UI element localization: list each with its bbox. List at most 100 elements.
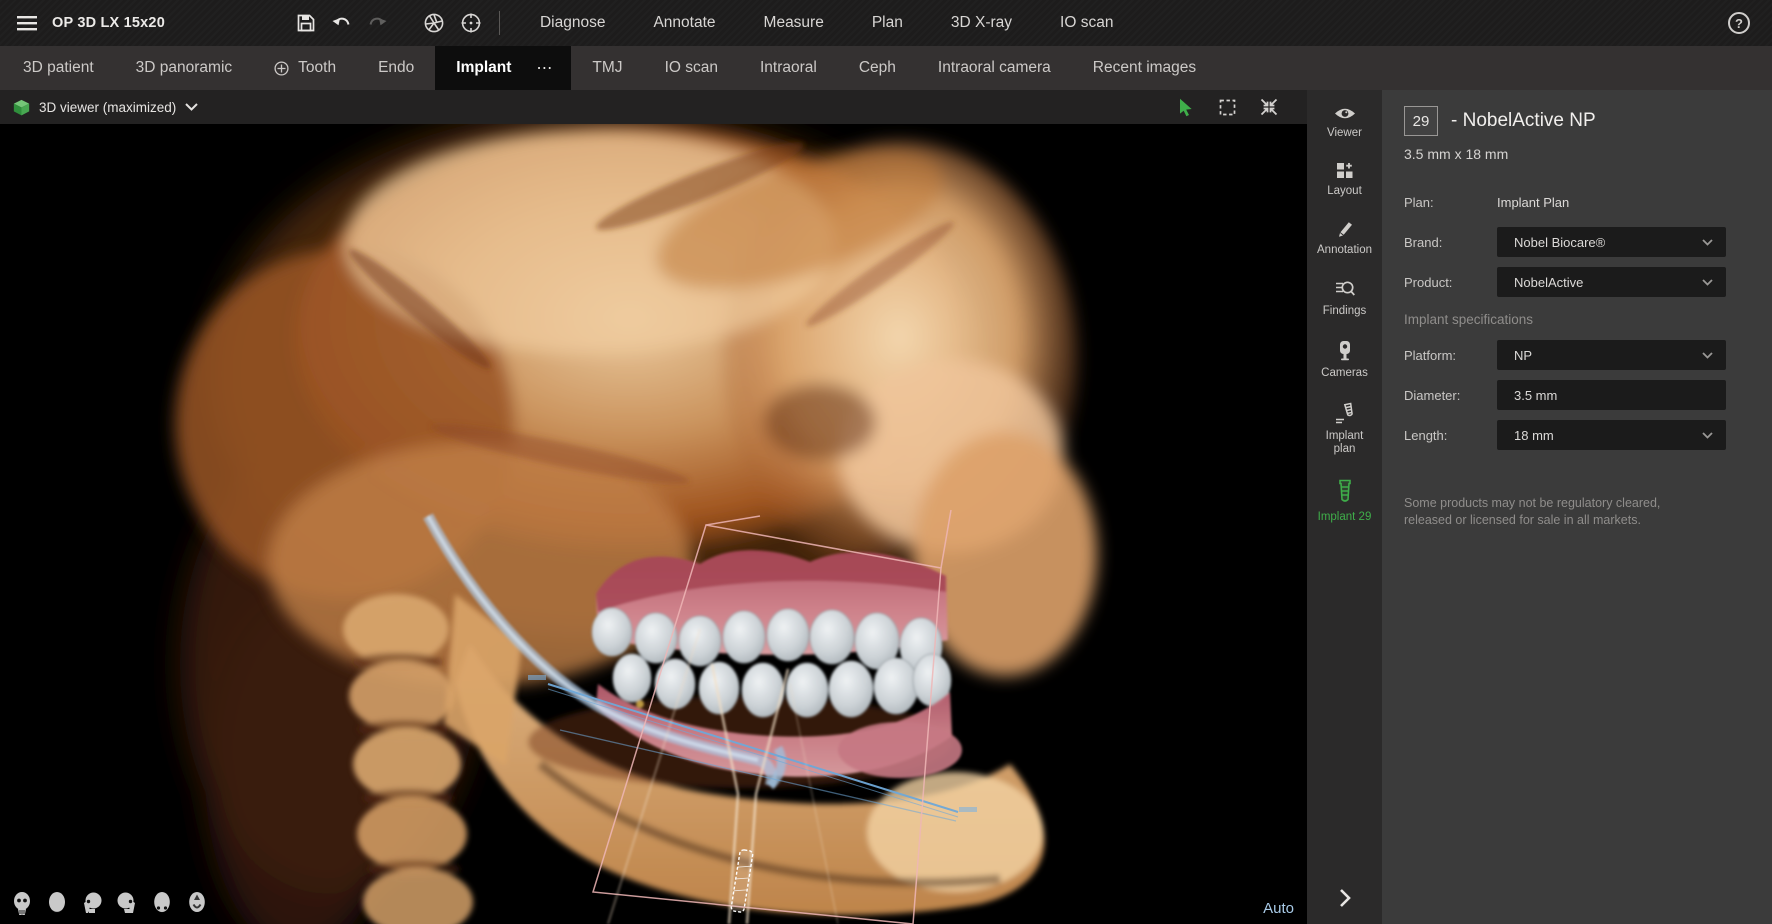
diameter-row: Diameter: 3.5 mm — [1404, 380, 1750, 410]
tab-ceph[interactable]: Ceph — [838, 46, 917, 90]
center-target-icon[interactable] — [461, 13, 481, 33]
chevron-down-icon — [1702, 239, 1713, 246]
panel-expand-chevron[interactable] — [1307, 888, 1382, 908]
regulatory-disclaimer: Some products may not be regulatory clea… — [1404, 495, 1706, 530]
chevron-down-icon — [1702, 352, 1713, 359]
length-row: Length: 18 mm — [1404, 420, 1750, 450]
chevron-down-icon — [1702, 432, 1713, 439]
tab-intraoral-camera[interactable]: Intraoral camera — [917, 46, 1072, 90]
findings-search-icon — [1335, 280, 1355, 299]
diameter-label: Diameter: — [1404, 388, 1497, 403]
product-select[interactable]: NobelActive — [1497, 267, 1726, 297]
product-value: NobelActive — [1514, 275, 1583, 290]
collapse-view-icon[interactable] — [1260, 98, 1278, 116]
top-bar: OP 3D LX 15x20 — [0, 0, 1772, 46]
tool-implant-29-label: Implant 29 — [1318, 511, 1372, 524]
tab-implant[interactable]: Implant ⋯ — [435, 46, 571, 90]
tab-overflow-menu[interactable]: ⋯ — [530, 56, 559, 80]
diameter-field[interactable]: 3.5 mm — [1497, 380, 1726, 410]
redo-icon[interactable] — [368, 15, 387, 31]
tab-io-scan[interactable]: IO scan — [644, 46, 739, 90]
tool-viewer-label: Viewer — [1327, 127, 1362, 140]
tab-endo[interactable]: Endo — [357, 46, 435, 90]
product-label: Product: — [1404, 275, 1497, 290]
pointer-tool-icon[interactable] — [1178, 98, 1195, 117]
tool-cameras[interactable]: Cameras — [1307, 340, 1382, 380]
length-select[interactable]: 18 mm — [1497, 420, 1726, 450]
diameter-value: 3.5 mm — [1514, 388, 1557, 403]
platform-label: Platform: — [1404, 348, 1497, 363]
3d-viewer: 3D viewer (maximized) — [0, 90, 1307, 924]
3d-render-canvas[interactable] — [0, 124, 1307, 924]
tool-findings[interactable]: Findings — [1307, 280, 1382, 318]
brand-value: Nobel Biocare® — [1514, 235, 1605, 250]
implant-title: - NobelActive NP — [1451, 110, 1596, 132]
tab-tooth-label: Tooth — [298, 59, 336, 77]
platform-select[interactable]: NP — [1497, 340, 1726, 370]
implant-plan-icon — [1334, 402, 1356, 424]
platform-row: Platform: NP — [1404, 340, 1750, 370]
platform-value: NP — [1514, 348, 1532, 363]
view-presets — [11, 889, 210, 917]
nav-plan[interactable]: Plan — [848, 0, 927, 46]
tool-implant-plan-label: Implant plan — [1316, 430, 1374, 456]
nav-diagnose[interactable]: Diagnose — [516, 0, 630, 46]
tab-recent-images[interactable]: Recent images — [1072, 46, 1217, 90]
view-top-button[interactable] — [151, 889, 175, 917]
tool-layout-label: Layout — [1327, 185, 1362, 198]
chevron-down-icon — [185, 103, 198, 111]
tab-3d-panoramic[interactable]: 3D panoramic — [115, 46, 254, 90]
tool-findings-label: Findings — [1323, 305, 1366, 318]
implant-dimensions: 3.5 mm x 18 mm — [1404, 146, 1750, 162]
viewer-title: 3D viewer (maximized) — [39, 100, 176, 115]
tooth-target-icon — [274, 61, 289, 76]
implant-specifications-heading: Implant specifications — [1404, 312, 1750, 327]
tool-annotation[interactable]: Annotation — [1307, 220, 1382, 257]
right-tool-rail: Viewer Layout Annotation Findings Camera… — [1307, 90, 1382, 924]
snapshot-aperture-icon[interactable] — [424, 13, 444, 33]
save-icon[interactable] — [297, 14, 315, 32]
layout-grid-icon — [1336, 162, 1354, 179]
tab-intraoral[interactable]: Intraoral — [739, 46, 838, 90]
fit-to-screen-icon[interactable] — [1219, 99, 1236, 116]
brand-select[interactable]: Nobel Biocare® — [1497, 227, 1726, 257]
tool-layout[interactable]: Layout — [1307, 162, 1382, 198]
length-label: Length: — [1404, 428, 1497, 443]
length-value: 18 mm — [1514, 428, 1554, 443]
eye-icon — [1334, 106, 1356, 121]
undo-icon[interactable] — [332, 15, 351, 31]
implant-29-icon — [1336, 479, 1354, 505]
viewer-header: 3D viewer (maximized) — [0, 90, 1307, 124]
tool-cameras-label: Cameras — [1321, 367, 1368, 380]
plan-label: Plan: — [1404, 195, 1497, 210]
view-back-button[interactable] — [46, 889, 70, 917]
nav-measure[interactable]: Measure — [740, 0, 848, 46]
brand-label: Brand: — [1404, 235, 1497, 250]
view-bottom-button[interactable] — [186, 889, 210, 917]
view-right-button[interactable] — [116, 889, 140, 917]
nav-annotate[interactable]: Annotate — [629, 0, 739, 46]
nav-io-scan[interactable]: IO scan — [1036, 0, 1137, 46]
pencil-icon — [1336, 220, 1354, 238]
brand-row: Brand: Nobel Biocare® — [1404, 227, 1750, 257]
tool-implant-plan[interactable]: Implant plan — [1307, 402, 1382, 456]
hamburger-menu-icon[interactable] — [17, 16, 37, 31]
chevron-down-icon — [1702, 279, 1713, 286]
plan-value: Implant Plan — [1497, 195, 1569, 210]
tab-3d-patient[interactable]: 3D patient — [2, 46, 115, 90]
view-left-button[interactable] — [81, 889, 105, 917]
tool-implant-29[interactable]: Implant 29 — [1307, 479, 1382, 524]
top-navigation: Diagnose Annotate Measure Plan 3D X-ray … — [516, 0, 1137, 46]
viewer-title-dropdown[interactable]: 3D viewer (maximized) — [13, 99, 198, 116]
auto-rendering-toggle[interactable]: Auto — [1263, 900, 1294, 917]
tab-tmj[interactable]: TMJ — [571, 46, 643, 90]
help-icon[interactable]: ? — [1728, 12, 1750, 34]
nav-3d-xray[interactable]: 3D X-ray — [927, 0, 1036, 46]
workspace-tab-bar: 3D patient 3D panoramic Tooth Endo Impla… — [0, 46, 1772, 90]
tab-tooth[interactable]: Tooth — [253, 46, 357, 90]
tool-viewer[interactable]: Viewer — [1307, 106, 1382, 140]
implant-properties-panel: 29 - NobelActive NP 3.5 mm x 18 mm Plan:… — [1382, 90, 1772, 924]
plan-row: Plan: Implant Plan — [1404, 187, 1750, 217]
tooth-number-badge: 29 — [1404, 106, 1438, 136]
view-front-button[interactable] — [11, 889, 35, 917]
